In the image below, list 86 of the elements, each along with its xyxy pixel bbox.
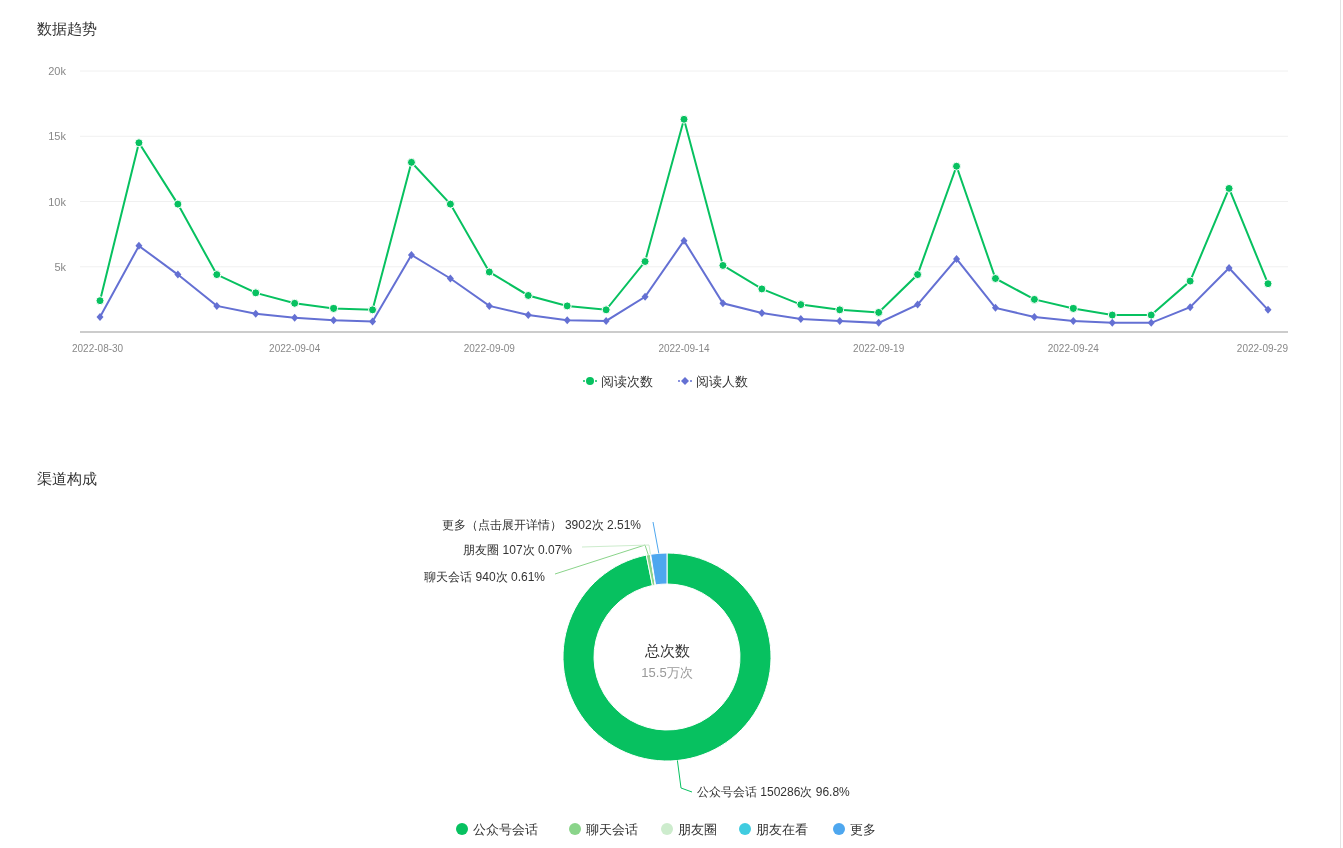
data-point (953, 254, 961, 263)
data-point (406, 157, 416, 167)
data-point (719, 299, 727, 308)
center-title: 总次数 (644, 642, 690, 659)
data-point (95, 296, 105, 306)
data-point (1030, 313, 1038, 321)
legend-label[interactable]: 阅读人数 (696, 374, 748, 389)
slice-label: 朋友圈 107次 0.07% (463, 543, 572, 557)
axis-label: 2022-09-24 (1047, 343, 1099, 354)
slice-label: 聊天会话 940次 0.61% (424, 570, 545, 584)
data-point (174, 270, 182, 279)
center-value: 15.5万次 (641, 665, 693, 680)
data-point (874, 307, 884, 317)
axis-label: 2022-08-30 (72, 343, 124, 354)
legend-label[interactable]: 朋友在看 (756, 822, 808, 837)
legend-label[interactable]: 公众号会话 (473, 822, 538, 837)
data-point (1069, 316, 1077, 325)
data-point (484, 267, 494, 277)
data-point (1225, 264, 1233, 273)
legend-label[interactable]: 聊天会话 (586, 822, 638, 837)
data-point (641, 292, 649, 301)
legend-label[interactable]: 更多 (850, 822, 876, 837)
data-point (952, 161, 962, 171)
legend-marker-icon (677, 377, 693, 385)
data-point (679, 114, 689, 124)
axis-label: 2022-09-04 (269, 343, 321, 354)
data-point (680, 236, 688, 245)
data-point (1146, 310, 1156, 320)
data-point (291, 313, 299, 322)
leader-line (676, 760, 693, 793)
data-point (369, 317, 377, 326)
data-point (135, 241, 143, 250)
data-point (485, 301, 493, 310)
data-point (252, 309, 260, 318)
legend-label[interactable]: 阅读次数 (601, 374, 653, 389)
data-point (1029, 294, 1039, 304)
data-point (640, 257, 650, 267)
data-point (1068, 304, 1078, 313)
data-point (991, 303, 999, 312)
data-point (1185, 276, 1195, 286)
data-point (718, 260, 728, 270)
section-title: 数据趋势 (37, 20, 97, 37)
data-point (96, 313, 104, 321)
axis-label: 2022-09-19 (853, 343, 905, 354)
data-point (213, 301, 221, 310)
axis-label: 15k (48, 130, 66, 143)
data-point (990, 274, 1000, 283)
axis-label: 2022-09-09 (463, 343, 515, 354)
data-point (1264, 305, 1272, 314)
legend-label[interactable]: 朋友圈 (678, 822, 717, 837)
data-point (757, 284, 767, 294)
data-point (913, 270, 923, 280)
data-point (1107, 310, 1117, 320)
data-point (251, 288, 261, 298)
data-point (797, 314, 805, 323)
data-point (914, 300, 922, 309)
data-point (445, 199, 455, 209)
slice-label: 公众号会话 150286次 96.8% (697, 785, 850, 799)
axis-label: 10k (48, 195, 66, 208)
slice-label: 更多（点击展开详情） 3902次 2.51% (441, 518, 641, 532)
data-point (368, 305, 378, 315)
data-point (524, 311, 532, 320)
data-point (290, 298, 300, 308)
data-point (1186, 303, 1194, 312)
section-title: 渠道构成 (37, 470, 97, 487)
data-point (835, 305, 845, 315)
axis-label: 5k (54, 260, 66, 273)
axis-label: 2022-09-14 (658, 343, 710, 354)
data-point (407, 251, 415, 259)
data-point (329, 304, 339, 313)
axis-label: 2022-09-29 (1236, 343, 1288, 354)
data-point (758, 309, 766, 318)
data-point (563, 316, 571, 325)
data-point (523, 290, 533, 300)
axis-label: 20k (48, 65, 66, 77)
data-point (601, 305, 611, 315)
data-point (1224, 183, 1234, 193)
data-point (562, 301, 572, 311)
data-point (134, 138, 144, 148)
data-point (446, 274, 454, 283)
data-point (330, 316, 338, 325)
data-point (796, 300, 806, 310)
legend-marker-icon (582, 377, 598, 385)
data-point (173, 199, 183, 209)
data-point (1263, 279, 1273, 289)
data-point (212, 270, 222, 280)
